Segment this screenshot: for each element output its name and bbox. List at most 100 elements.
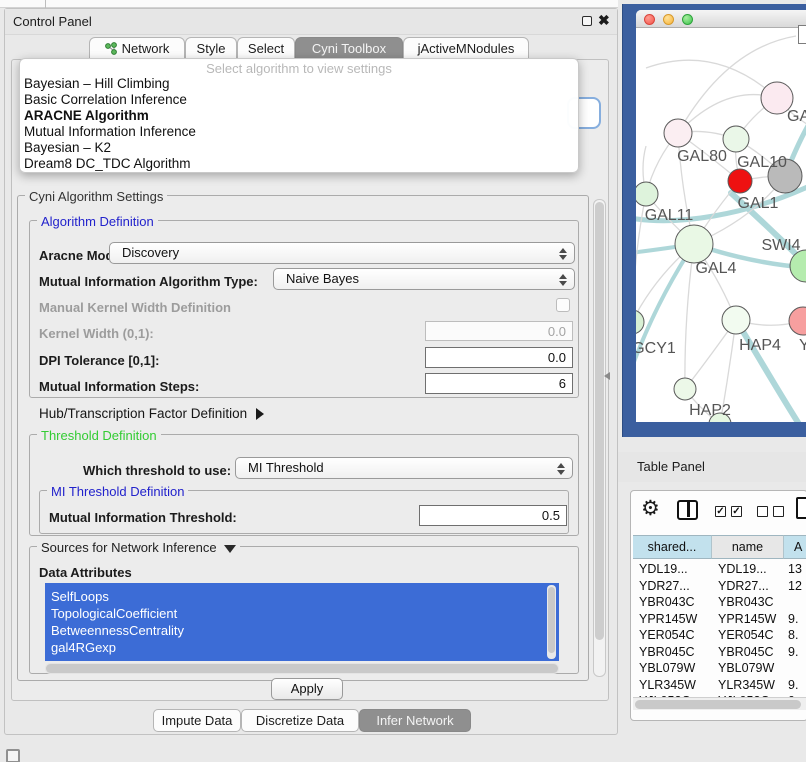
sources-hscrollbar[interactable] [45,663,559,674]
table-row[interactable]: YBR045CYBR045C9. [633,644,806,661]
column-header-a[interactable]: A [784,535,806,559]
kernel-width-field[interactable]: 0.0 [425,321,573,341]
minimize-traffic-light[interactable] [663,14,674,25]
node-gcy1[interactable] [636,310,644,334]
column-header-name[interactable]: name [712,535,784,559]
mi-type-select[interactable]: Naive Bayes [273,268,575,290]
tab-cyni-toolbox-label: Cyni Toolbox [312,41,386,56]
node-gal4[interactable] [675,225,713,263]
sources-expander[interactable]: Sources for Network Inference [37,540,240,555]
table-cell[interactable]: 9. [788,677,806,694]
unchecked-checkbox-icon[interactable] [757,506,768,517]
tab-network[interactable]: Network [89,37,185,60]
mi-steps-field[interactable]: 6 [425,373,573,394]
tab-style[interactable]: Style [185,37,237,60]
table-cell[interactable]: YBR043C [718,594,784,611]
table-cell[interactable]: 9. [788,611,806,628]
hub-definition-expander[interactable]: Hub/Transcription Factor Definition [39,406,264,421]
list-item[interactable]: BetweennessCentrality [51,622,559,639]
network-window-titlebar[interactable] [636,10,806,28]
list-item[interactable]: gal4RGexp [51,639,559,656]
mi-type-value: Naive Bayes [286,271,359,286]
dock-panel-icon[interactable] [6,749,20,762]
table-row[interactable]: YBL079W YBL079W [633,660,806,677]
table-row[interactable]: YLR345WYLR345W9. [633,677,806,694]
table-cell[interactable]: YDL19... [718,561,784,578]
close-icon[interactable]: ✖ [598,12,610,29]
table-row[interactable]: YER054CYER054C8. [633,627,806,644]
tab-jactivemnodules[interactable]: jActiveMNodules [403,37,529,60]
apply-button[interactable]: Apply [271,678,343,700]
network-window[interactable]: GAL GAL80 GAL10 GAL1 GAL11 GAL4 SWI4 GCY… [636,10,806,422]
which-threshold-select[interactable]: MI Threshold [235,457,573,479]
file-table-icon[interactable] [796,497,806,519]
list-scrollbar-thumb[interactable] [548,587,555,653]
table-cell[interactable]: YER054C [639,627,712,644]
node-hap4[interactable] [722,306,750,334]
manual-kernel-checkbox[interactable] [556,298,570,312]
table-row[interactable]: YPR145WYPR145W9. [633,611,806,628]
node-gal1-red[interactable] [728,169,752,193]
table-cell[interactable]: YDR27... [639,578,712,595]
sources-hscrollbar-thumb[interactable] [46,664,558,673]
node-gal80[interactable] [664,119,692,147]
table-row[interactable]: YDL19...YDL19...13 [633,561,806,578]
table-cell[interactable]: YDL19... [639,561,712,578]
tab-impute-data[interactable]: Impute Data [153,709,241,732]
settings-scrollbar-thumb[interactable] [595,202,604,640]
column-header-shared[interactable]: shared... [633,535,712,559]
dropdown-option[interactable]: Dream8 DC_TDC Algorithm [24,156,191,171]
table-hscrollbar-thumb[interactable] [635,700,801,709]
table-cell[interactable]: 13 [788,561,806,578]
list-item[interactable]: SelfLoops [51,588,559,605]
table-hscrollbar[interactable] [633,697,806,710]
dropdown-option[interactable]: Bayesian – K2 [24,140,111,155]
zoom-traffic-light[interactable] [682,14,693,25]
network-canvas[interactable]: GAL GAL80 GAL10 GAL1 GAL11 GAL4 SWI4 GCY… [636,28,806,422]
tab-infer-network[interactable]: Infer Network [359,709,471,732]
checked-checkbox-icon[interactable]: ✓ [715,506,726,517]
table-cell[interactable]: YER054C [718,627,784,644]
dropdown-option-selected[interactable]: ARACNE Algorithm [24,108,149,123]
panel-splitter-arrow[interactable] [604,372,610,380]
table-cell[interactable]: YDR27... [718,578,784,595]
data-attributes-list[interactable]: SelfLoops TopologicalCoefficient Between… [45,583,559,661]
checked-checkbox-icon[interactable]: ✓ [731,506,742,517]
close-traffic-light[interactable] [644,14,655,25]
table-cell[interactable] [788,660,806,677]
node-salmon[interactable] [789,307,806,335]
node-gal11[interactable] [636,182,658,206]
dropdown-option[interactable]: Bayesian – Hill Climbing [24,76,170,91]
settings-scrollbar[interactable] [593,199,606,677]
table-cell[interactable]: YLR345W [639,677,712,694]
dpi-tolerance-field[interactable]: 0.0 [425,347,573,368]
table-cell[interactable]: YBR045C [718,644,784,661]
node-hap2[interactable] [674,378,696,400]
aracne-mode-select[interactable]: Discovery [109,242,575,264]
table-cell[interactable]: YBL079W [639,660,712,677]
table-cell[interactable]: YPR145W [639,611,712,628]
dropdown-option[interactable]: Mutual Information Inference [24,124,196,139]
tab-cyni-toolbox[interactable]: Cyni Toolbox [295,37,403,60]
table-cell[interactable]: YPR145W [718,611,784,628]
table-cell[interactable] [788,594,806,611]
table-cell[interactable]: 12 [788,578,806,595]
unchecked-checkbox-icon[interactable] [773,506,784,517]
table-cell[interactable]: YBL079W [718,660,784,677]
table-cell[interactable]: 8. [788,627,806,644]
tab-select[interactable]: Select [237,37,295,60]
dropdown-option[interactable]: Basic Correlation Inference [24,92,187,107]
table-cell[interactable]: YBR045C [639,644,712,661]
split-columns-icon[interactable] [677,500,698,520]
table-cell[interactable]: YBR043C [639,594,712,611]
mi-threshold-field[interactable]: 0.5 [419,505,567,526]
table-cell[interactable]: YLR345W [718,677,784,694]
list-item[interactable]: TopologicalCoefficient [51,605,559,622]
float-panel-icon[interactable] [582,16,592,26]
tab-discretize-data[interactable]: Discretize Data [241,709,359,732]
table-row[interactable]: YBR043C YBR043C [633,594,806,611]
list-scrollbar[interactable] [547,585,556,659]
gear-icon[interactable]: ⚙ [641,496,660,521]
table-cell[interactable]: 9. [788,644,806,661]
table-row[interactable]: YDR27...YDR27...12 [633,578,806,595]
